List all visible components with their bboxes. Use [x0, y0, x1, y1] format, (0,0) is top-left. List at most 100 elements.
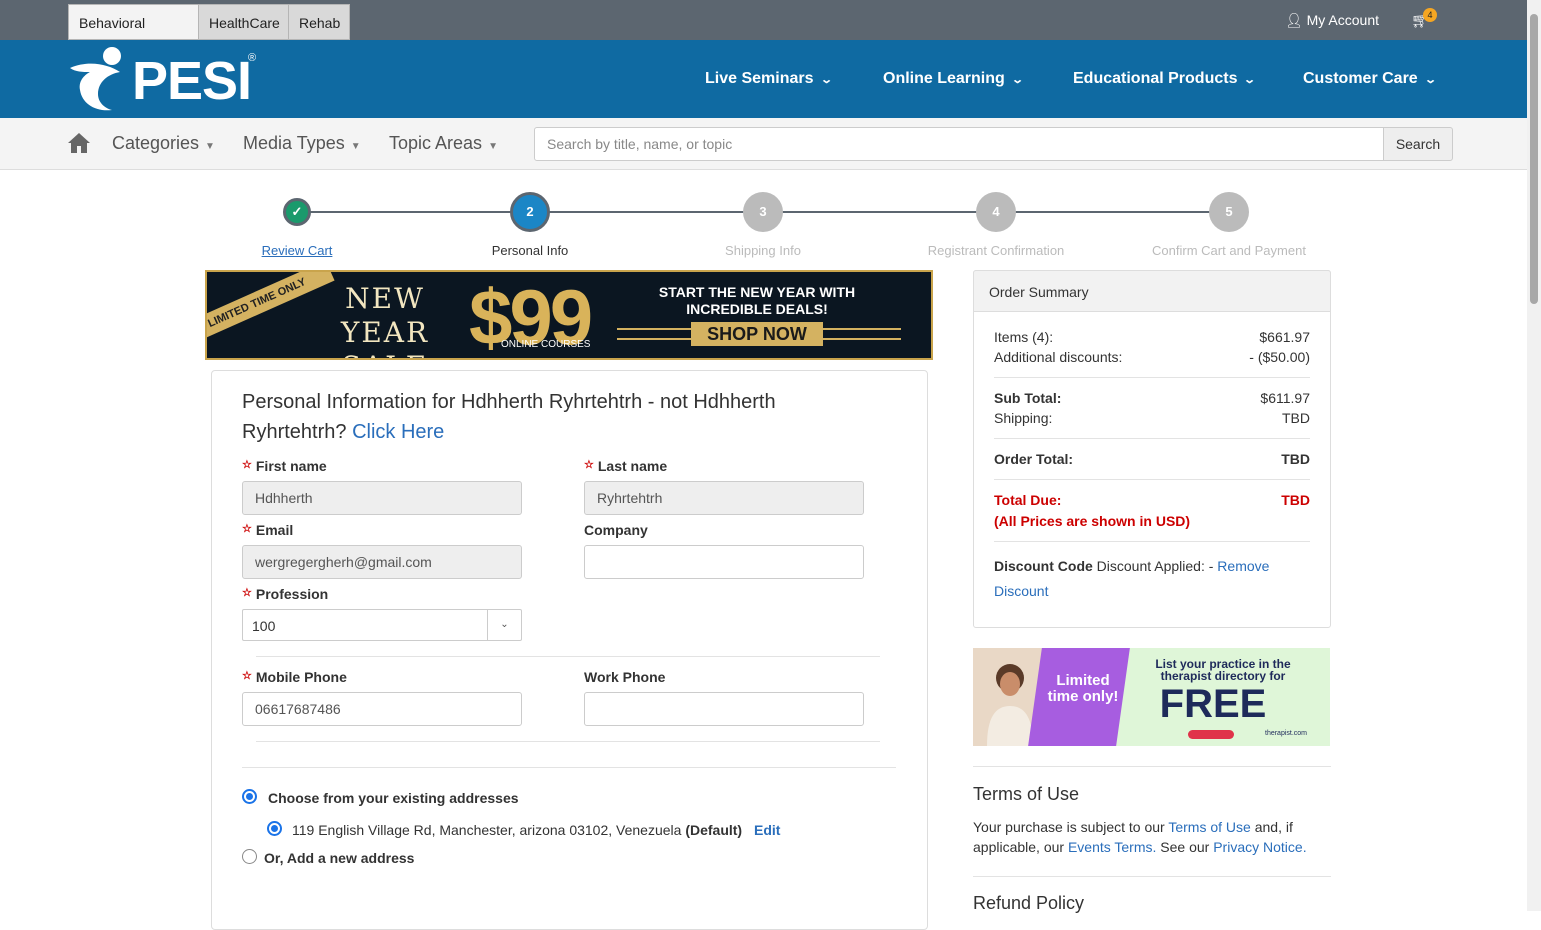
- site-tab-healthcare[interactable]: HealthCare: [198, 4, 289, 40]
- required-star-icon: ☆: [242, 459, 252, 471]
- profession-value: 100: [252, 618, 276, 634]
- order-total-value: TBD: [1281, 451, 1310, 467]
- first-name-label-text: First name: [255, 458, 327, 474]
- not-you-click-here-link[interactable]: Click Here: [352, 421, 444, 443]
- last-name-label: ☆ Last name: [584, 458, 667, 474]
- therapist-directory-ad[interactable]: Limited time only! List your practice in…: [973, 648, 1330, 746]
- step-5-circle: 5: [1209, 192, 1249, 232]
- caret-down-icon: ▼: [350, 141, 361, 152]
- step-4-circle: 4: [976, 192, 1016, 232]
- discounts-label: Additional discounts:: [994, 349, 1123, 365]
- email-label-text: Email: [255, 522, 294, 538]
- summary-divider: [994, 479, 1310, 480]
- items-label: Items (4):: [994, 329, 1054, 345]
- user-icon: 👤︎: [1284, 12, 1303, 28]
- required-star-icon: ☆: [242, 523, 252, 535]
- new-address-radio[interactable]: [242, 849, 257, 864]
- summary-divider: [994, 438, 1310, 439]
- existing-address-radio[interactable]: [242, 789, 257, 804]
- chevron-down-icon: ⌄: [487, 610, 521, 640]
- terms-of-use-link[interactable]: Terms of Use: [1168, 819, 1250, 835]
- search-input[interactable]: [534, 127, 1384, 161]
- step-confirm-cart-label: Confirm Cart and Payment: [1152, 243, 1306, 258]
- terms-of-use-text: Your purchase is subject to our Terms of…: [973, 817, 1333, 857]
- new-address-text: Add a new address: [286, 850, 415, 866]
- subnav-topic-areas-label: Topic Areas: [389, 133, 483, 153]
- scrollbar-thumb[interactable]: [1530, 14, 1538, 304]
- shipping-value: TBD: [1282, 410, 1310, 426]
- chevron-down-icon: ⌄: [1423, 74, 1437, 86]
- logo-wordmark: PESI: [132, 51, 252, 111]
- events-terms-link[interactable]: Events Terms.: [1068, 839, 1156, 855]
- summary-total-due-row: Total Due: TBD: [994, 492, 1310, 508]
- step-review-cart-link[interactable]: Review Cart: [197, 243, 397, 258]
- profession-label-text: Profession: [255, 586, 329, 602]
- items-value: $661.97: [1259, 329, 1310, 345]
- company-field[interactable]: [584, 545, 864, 579]
- nav-live-seminars[interactable]: Live Seminars ⌄: [705, 70, 833, 88]
- subnav-categories-label: Categories: [112, 133, 200, 153]
- subnav-media-types[interactable]: Media Types ▼: [243, 133, 361, 154]
- chevron-down-icon: ⌄: [1010, 74, 1024, 86]
- subtotal-label: Sub Total:: [994, 390, 1062, 406]
- my-account-link[interactable]: 👤︎ My Account: [1285, 12, 1379, 29]
- site-tab-rehab[interactable]: Rehab: [288, 4, 350, 40]
- divider: [256, 741, 880, 742]
- shipping-label: Shipping:: [994, 410, 1053, 426]
- profession-label: ☆ Profession: [242, 586, 328, 602]
- email-field[interactable]: [242, 545, 522, 579]
- search-button[interactable]: Search: [1383, 127, 1453, 161]
- usd-note: (All Prices are shown in USD): [994, 513, 1191, 529]
- summary-divider: [994, 377, 1310, 378]
- terms-of-use-title: Terms of Use: [973, 784, 1080, 804]
- nav-customer-care[interactable]: Customer Care ⌄: [1303, 70, 1437, 88]
- home-icon[interactable]: [67, 132, 91, 154]
- subnav-topic-areas[interactable]: Topic Areas ▼: [389, 133, 498, 154]
- main-header: PESI ® Live Seminars ⌄ Online Learning ⌄ E…: [0, 40, 1527, 118]
- new-year-sale-banner[interactable]: LIMITED TIME ONLY NEW YEAR SALE $99 ONLI…: [205, 270, 933, 360]
- subnav-categories[interactable]: Categories ▼: [112, 133, 215, 154]
- site-tab-behavioral-health[interactable]: Behavioral Health: [68, 4, 199, 67]
- ad-limited-time: Limited time only!: [1047, 672, 1119, 705]
- cart-count-badge: 4: [1423, 8, 1437, 22]
- pesi-figure-icon: [70, 47, 121, 111]
- first-name-label: ☆ First name: [242, 458, 327, 474]
- privacy-notice-link[interactable]: Privacy Notice.: [1213, 839, 1306, 855]
- summary-shipping-row: Shipping: TBD: [994, 410, 1310, 426]
- summary-items-row: Items (4): $661.97: [994, 329, 1310, 345]
- required-star-icon: ☆: [584, 459, 594, 471]
- total-due-label: Total Due:: [994, 492, 1062, 508]
- required-star-icon: ☆: [242, 587, 252, 599]
- profession-select[interactable]: 100 ⌄: [242, 609, 522, 641]
- step-3-circle: 3: [743, 192, 783, 232]
- nav-educational-products-label: Educational Products: [1073, 70, 1238, 87]
- last-name-field[interactable]: [584, 481, 864, 515]
- site-switcher-bar: Behavioral Health HealthCare Rehab 👤︎ My…: [0, 0, 1527, 67]
- last-name-label-text: Last name: [597, 458, 668, 474]
- address-option-radio[interactable]: [267, 821, 282, 836]
- order-total-label: Order Total:: [994, 451, 1074, 467]
- summary-subtotal-row: Sub Total: $611.97: [994, 390, 1310, 406]
- ad-join-button[interactable]: [1188, 730, 1234, 739]
- company-label: Company: [584, 522, 648, 538]
- work-phone-field[interactable]: [584, 692, 864, 726]
- shop-now-button[interactable]: SHOP NOW: [691, 322, 823, 346]
- chevron-down-icon: ⌄: [1243, 74, 1257, 86]
- pesi-logo[interactable]: PESI ®: [68, 46, 268, 112]
- caret-down-icon: ▼: [205, 141, 215, 152]
- step-2-circle: 2: [510, 192, 550, 232]
- mobile-phone-label-text: Mobile Phone: [255, 669, 347, 685]
- discount-applied-text: Discount Applied: -: [1096, 558, 1214, 574]
- step-registrant-confirmation-label: Registrant Confirmation: [927, 243, 1065, 258]
- first-name-field[interactable]: [242, 481, 522, 515]
- step-1-check-icon[interactable]: ✓: [283, 198, 311, 226]
- my-account-label: My Account: [1306, 12, 1379, 28]
- nav-online-learning[interactable]: Online Learning ⌄: [883, 70, 1024, 88]
- required-star-icon: ☆: [242, 670, 252, 682]
- mobile-phone-field[interactable]: [242, 692, 522, 726]
- edit-address-link[interactable]: Edit: [754, 822, 780, 838]
- sub-navigation: Categories ▼ Media Types ▼ Topic Areas ▼ Se…: [0, 118, 1527, 170]
- sidebar-divider: [973, 876, 1331, 877]
- nav-educational-products[interactable]: Educational Products ⌄: [1073, 70, 1257, 88]
- sidebar-divider: [973, 766, 1331, 767]
